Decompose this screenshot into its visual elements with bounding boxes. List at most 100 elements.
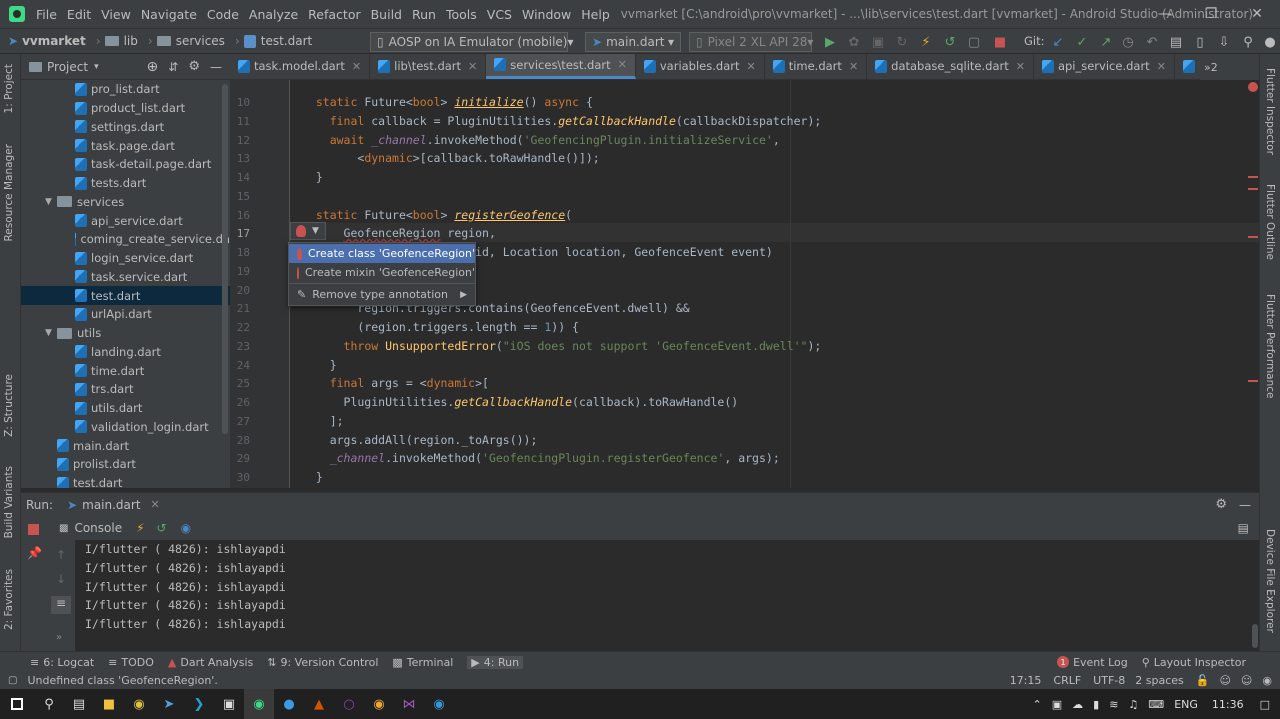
side-tab-device-file-explorer[interactable]: Device File Explorer xyxy=(1264,529,1276,633)
close-tab-icon[interactable]: ✕ xyxy=(849,60,858,73)
tool-terminal[interactable]: ▩ Terminal xyxy=(392,656,453,669)
hot-reload-icon[interactable]: ⚡ xyxy=(136,521,144,535)
tree-file[interactable]: task.page.dart xyxy=(21,136,230,155)
debug-icon[interactable]: ✿ xyxy=(846,34,862,50)
tree-file[interactable]: main.dart xyxy=(21,436,230,455)
tree-folder[interactable]: ▼ utils xyxy=(21,324,230,343)
close-tab-icon[interactable]: ✕ xyxy=(151,498,160,511)
tree-file[interactable]: tests.dart xyxy=(21,174,230,193)
breadcrumb-services[interactable]: services xyxy=(156,34,225,48)
sdk-manager-icon[interactable]: ⇩ xyxy=(1216,34,1232,50)
tool-layout-inspector[interactable]: ⚲ Layout Inspector xyxy=(1142,656,1246,669)
editor-tab[interactable]: services\test.dart ✕ xyxy=(486,54,636,79)
soft-wrap-icon[interactable]: ≡ xyxy=(51,596,71,614)
tree-file[interactable]: product_list.dart xyxy=(21,99,230,118)
breadcrumb-file[interactable]: test.dart xyxy=(243,34,312,48)
attach-icon[interactable]: ▢ xyxy=(966,34,982,50)
memory-icon[interactable]: ◉ xyxy=(1262,674,1272,687)
locate-icon[interactable]: ⊕ xyxy=(147,59,159,75)
menu-file[interactable]: File xyxy=(31,7,62,22)
create-class-action[interactable]: Create class 'GeofenceRegion' xyxy=(289,244,475,263)
menu-refactor[interactable]: Refactor xyxy=(303,7,365,22)
tree-file[interactable]: test.dart xyxy=(21,286,230,305)
app-icon[interactable]: ◉ xyxy=(364,689,394,719)
inspector-face-icon[interactable]: ☺ xyxy=(1241,674,1252,687)
profile-user-icon[interactable]: ● xyxy=(1262,34,1278,50)
search-icon[interactable]: ⚲ xyxy=(1240,34,1256,50)
menu-vcs[interactable]: VCS xyxy=(482,7,517,22)
tool-event-log[interactable]: 1 Event Log xyxy=(1057,656,1128,669)
tool-logcat[interactable]: ≡ 6: Logcat xyxy=(30,656,94,669)
avd-manager-icon[interactable]: ▯ xyxy=(1192,34,1208,50)
menu-build[interactable]: Build xyxy=(366,7,407,22)
tree-file[interactable]: settings.dart xyxy=(21,118,230,137)
side-tab-project[interactable]: 1: Project xyxy=(3,64,15,113)
project-scrollbar[interactable] xyxy=(222,84,228,434)
menu-navigate[interactable]: Navigate xyxy=(136,7,202,22)
editor-tab[interactable]: api_service.dart ✕ xyxy=(1034,54,1175,79)
tree-file[interactable]: landing.dart xyxy=(21,343,230,362)
caret-position[interactable]: 17:15 xyxy=(1010,674,1042,687)
project-view-select[interactable]: Project xyxy=(47,60,88,74)
tree-file[interactable]: validation_login.dart xyxy=(21,418,230,437)
run-icon[interactable]: ▶ xyxy=(822,34,838,50)
chevron-down-icon[interactable]: ▾ xyxy=(94,62,99,72)
tree-file[interactable]: coming_create_service.da xyxy=(21,230,230,249)
stop-icon[interactable]: ■ xyxy=(992,34,1008,50)
stop-icon[interactable] xyxy=(28,524,39,535)
tree-file[interactable]: task-detail.page.dart xyxy=(21,155,230,174)
menu-help[interactable]: Help xyxy=(576,7,615,22)
close-tab-icon[interactable]: ✕ xyxy=(746,60,755,73)
tool-run[interactable]: ▶ 4: Run xyxy=(467,655,524,669)
hot-reload-icon[interactable]: ⚡ xyxy=(918,34,934,50)
editor-tab[interactable]: task.model.dart ✕ xyxy=(230,54,371,79)
line-separator[interactable]: CRLF xyxy=(1053,674,1081,687)
side-tab-build-variants[interactable]: Build Variants xyxy=(3,466,15,538)
error-stripe-mark[interactable] xyxy=(1248,236,1258,238)
tree-file[interactable]: trs.dart xyxy=(21,380,230,399)
side-tab-flutter-performance[interactable]: Flutter Performance xyxy=(1264,294,1276,399)
side-tab-resource-manager[interactable]: Resource Manager xyxy=(3,144,15,242)
git-history-icon[interactable]: ◷ xyxy=(1120,34,1136,50)
git-rollback-icon[interactable]: ↶ xyxy=(1144,34,1160,50)
visual-studio-icon[interactable]: ⋈ xyxy=(394,689,424,719)
breadcrumb-project[interactable]: ➤ vvmarket xyxy=(8,34,86,48)
breadcrumb-lib[interactable]: lib xyxy=(104,34,138,48)
inspector-face-icon[interactable]: ☺ xyxy=(1219,674,1230,687)
tool-version-control[interactable]: ⇅ 9: Version Control xyxy=(267,656,378,669)
hot-restart-icon[interactable]: ↺ xyxy=(157,521,167,535)
tray-expand-icon[interactable]: ⌃ xyxy=(1033,698,1042,711)
edge-icon[interactable]: ● xyxy=(274,689,304,719)
close-tab-icon[interactable]: ✕ xyxy=(1157,60,1166,73)
tab-overflow[interactable]: »2 xyxy=(1200,54,1259,80)
task-view-icon[interactable]: ▤ xyxy=(64,689,94,719)
keyboard-icon[interactable]: ⌨ xyxy=(1148,698,1164,711)
restore-icon[interactable]: ❐ xyxy=(1188,0,1234,28)
notifications-icon[interactable]: □ xyxy=(1260,698,1270,711)
indent-setting[interactable]: 2 spaces xyxy=(1135,674,1184,687)
close-tab-icon[interactable]: ✕ xyxy=(468,60,477,73)
lock-icon[interactable]: 🔓 xyxy=(1196,674,1210,687)
telegram-icon[interactable]: ➤ xyxy=(154,689,184,719)
tree-file[interactable]: login_service.dart xyxy=(21,249,230,268)
remove-type-annotation-action[interactable]: ✎ Remove type annotation ▶ xyxy=(289,285,475,304)
side-tab-structure[interactable]: Z: Structure xyxy=(3,374,15,437)
up-arrow-icon[interactable]: ↑ xyxy=(56,548,66,562)
language-indicator[interactable]: ENG xyxy=(1174,698,1198,711)
profile-icon[interactable]: ↻ xyxy=(894,34,910,50)
menu-edit[interactable]: Edit xyxy=(62,7,96,22)
windows-start-icon[interactable] xyxy=(0,689,34,719)
tree-file[interactable]: time.dart xyxy=(21,361,230,380)
hide-icon[interactable]: — xyxy=(1239,498,1251,512)
tray-app-icon[interactable]: ▣ xyxy=(1052,698,1062,711)
menu-view[interactable]: View xyxy=(96,7,136,22)
error-stripe-mark[interactable] xyxy=(1248,188,1258,190)
coverage-icon[interactable]: ▣ xyxy=(870,34,886,50)
devtools-icon[interactable]: ◉ xyxy=(181,521,191,535)
tree-file[interactable]: urlApi.dart xyxy=(21,305,230,324)
menu-run[interactable]: Run xyxy=(407,7,441,22)
close-tab-icon[interactable]: ✕ xyxy=(618,58,627,71)
android-studio-taskbar-icon[interactable]: ◉ xyxy=(244,689,274,719)
chrome-icon[interactable]: ◉ xyxy=(124,689,154,719)
hot-restart-icon[interactable]: ↺ xyxy=(942,34,958,50)
